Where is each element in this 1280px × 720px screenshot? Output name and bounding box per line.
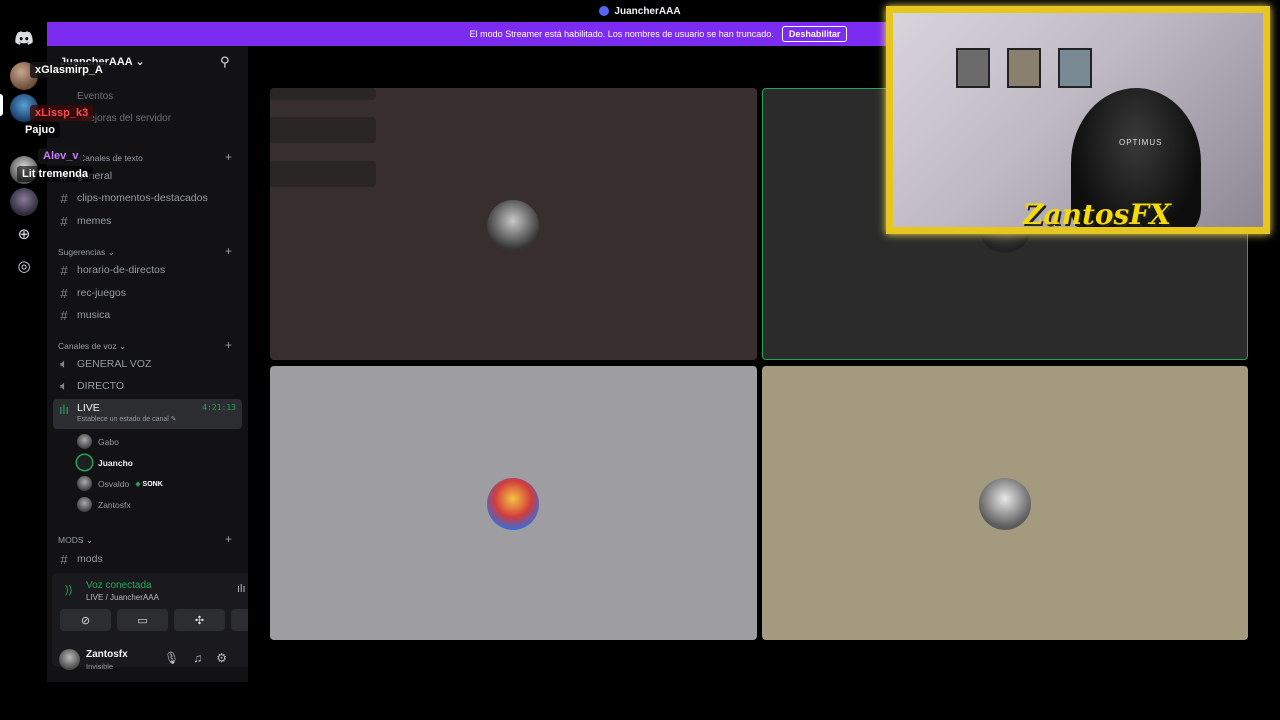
signal-icon[interactable]: )) xyxy=(65,584,72,596)
voice-user-juancho[interactable]: Juancho xyxy=(77,455,133,470)
invite-people-icon[interactable]: ⚲ xyxy=(220,54,230,70)
avatar xyxy=(487,478,539,530)
settings-gear-icon[interactable]: ⚙ xyxy=(216,651,227,665)
streamer-logo: ZantosFX xyxy=(1023,198,1171,231)
hash-icon: # xyxy=(60,190,68,206)
speaker-icon: 🔈︎ xyxy=(60,356,68,371)
webcam-overlay: OPTIMUS ZantosFX xyxy=(886,6,1270,234)
avatar xyxy=(487,200,539,252)
headphones-icon[interactable]: ♫ xyxy=(193,651,202,665)
channel-clips[interactable]: # clips-momentos-destacados xyxy=(58,188,244,208)
participant-tile[interactable] xyxy=(270,366,757,640)
window-title-text: JuancherAAA xyxy=(614,5,681,17)
channel-sidebar: JuancherAAA ⌄ ⚲ Eventos Mejoras del serv… xyxy=(47,46,290,682)
overlay-strip xyxy=(270,161,376,187)
activities-icon: ✣ xyxy=(194,614,205,627)
avatar xyxy=(979,478,1031,530)
speaker-icon: 🔈︎ xyxy=(60,378,68,393)
wall-frame xyxy=(1058,48,1092,88)
server-list: ⊕ ◎ xyxy=(0,22,47,682)
hash-icon: # xyxy=(60,551,68,567)
avatar xyxy=(77,476,92,491)
overlay-strip xyxy=(270,117,376,143)
camera-off-button[interactable]: ⊘ xyxy=(60,609,111,631)
user-name[interactable]: Zantosfx xyxy=(86,649,128,660)
disable-streamer-button[interactable]: Deshabilitar xyxy=(781,26,848,42)
channel-memes[interactable]: # memes xyxy=(58,211,244,231)
events-link[interactable]: Eventos xyxy=(77,91,113,102)
add-channel-icon[interactable]: + xyxy=(225,150,232,164)
add-channel-icon[interactable]: + xyxy=(225,532,232,546)
overlay-username: Alev_v xyxy=(38,148,84,164)
banner-text: El modo Streamer está habilitado. Los no… xyxy=(469,29,774,39)
live-voice-icon: ılı xyxy=(58,402,70,417)
channel-horario[interactable]: # horario-de-directos xyxy=(58,260,244,280)
overlay-strip xyxy=(270,88,376,100)
avatar xyxy=(77,434,92,449)
server-boosts-link[interactable]: Mejoras del servidor xyxy=(81,113,171,124)
screen-share-button[interactable]: ▭ xyxy=(117,609,168,631)
voice-user-zantosfx[interactable]: Zantosfx xyxy=(77,497,131,512)
live-channel-name: LIVE xyxy=(77,402,100,414)
participant-tile[interactable] xyxy=(762,366,1248,640)
discord-home-icon[interactable] xyxy=(10,24,38,52)
wall-frame xyxy=(1007,48,1041,88)
user-status: Invisible xyxy=(86,662,114,671)
noise-suppression-icon[interactable]: ılı xyxy=(237,583,246,596)
discover-icon[interactable]: ◎ xyxy=(10,252,38,280)
voice-status[interactable]: Voz conectada xyxy=(86,580,152,591)
participant-tile[interactable] xyxy=(270,88,757,360)
window-title: JuancherAAA xyxy=(599,5,681,17)
user-panel: Zantosfx Invisible 🎙︎ ♫ ⚙ xyxy=(47,642,248,682)
channel-directo[interactable]: 🔈︎ DIRECTO xyxy=(58,376,244,396)
server-icon xyxy=(599,6,610,16)
screen-share-icon: ▭ xyxy=(137,614,148,627)
hash-icon: # xyxy=(60,285,68,301)
avatar xyxy=(77,497,92,512)
live-timer: 4:21:13 xyxy=(202,403,236,412)
selected-server-indicator xyxy=(0,94,3,116)
add-channel-icon[interactable]: + xyxy=(225,338,232,352)
overlay-username: xGlasmirp_A xyxy=(30,62,108,78)
hash-icon: # xyxy=(60,307,68,323)
camera-off-icon: ⊘ xyxy=(80,614,91,627)
avatar xyxy=(77,455,92,470)
schedule-channel-icon: # xyxy=(60,262,68,278)
overlay-username: Pajuo xyxy=(20,122,60,138)
voice-user-osvaldo[interactable]: Osvaldo ◆ SONK xyxy=(77,476,163,491)
avatar[interactable] xyxy=(59,649,80,670)
server-avatar[interactable] xyxy=(10,188,38,216)
add-server-icon[interactable]: ⊕ xyxy=(10,220,38,248)
channel-rec-juegos[interactable]: # rec-juegos xyxy=(58,283,244,303)
category-voice[interactable]: Canales de voz ⌄ xyxy=(58,341,126,352)
add-channel-icon[interactable]: + xyxy=(225,244,232,258)
activity-badge: ◆ SONK xyxy=(135,480,163,488)
activities-button[interactable]: ✣ xyxy=(174,609,225,631)
channel-live[interactable]: ılı LIVE 4:21:13 Establece un estado de … xyxy=(53,399,242,429)
voice-location[interactable]: LIVE / JuancherAAA xyxy=(86,593,159,602)
channel-general-voz[interactable]: 🔈︎ GENERAL VOZ xyxy=(58,354,244,374)
overlay-username: xLissp_k3 xyxy=(30,105,94,121)
category-text[interactable]: Canales de texto xyxy=(79,153,143,163)
channel-status-prompt[interactable]: Establece un estado de canal ✎ xyxy=(77,415,177,423)
wall-frame xyxy=(956,48,990,88)
channel-mods[interactable]: # mods xyxy=(58,549,244,569)
microphone-icon[interactable]: 🎙︎ xyxy=(164,651,179,665)
channel-musica[interactable]: # musica xyxy=(58,305,244,325)
overlay-username: Lit tremenda xyxy=(17,166,94,182)
category-mods[interactable]: MODS ⌄ xyxy=(58,535,93,546)
category-suggestions[interactable]: Sugerencias ⌄ xyxy=(58,247,115,258)
hash-icon: # xyxy=(60,213,68,229)
chair-brand: OPTIMUS xyxy=(1119,138,1163,147)
voice-user-gabo[interactable]: Gabo xyxy=(77,434,119,449)
